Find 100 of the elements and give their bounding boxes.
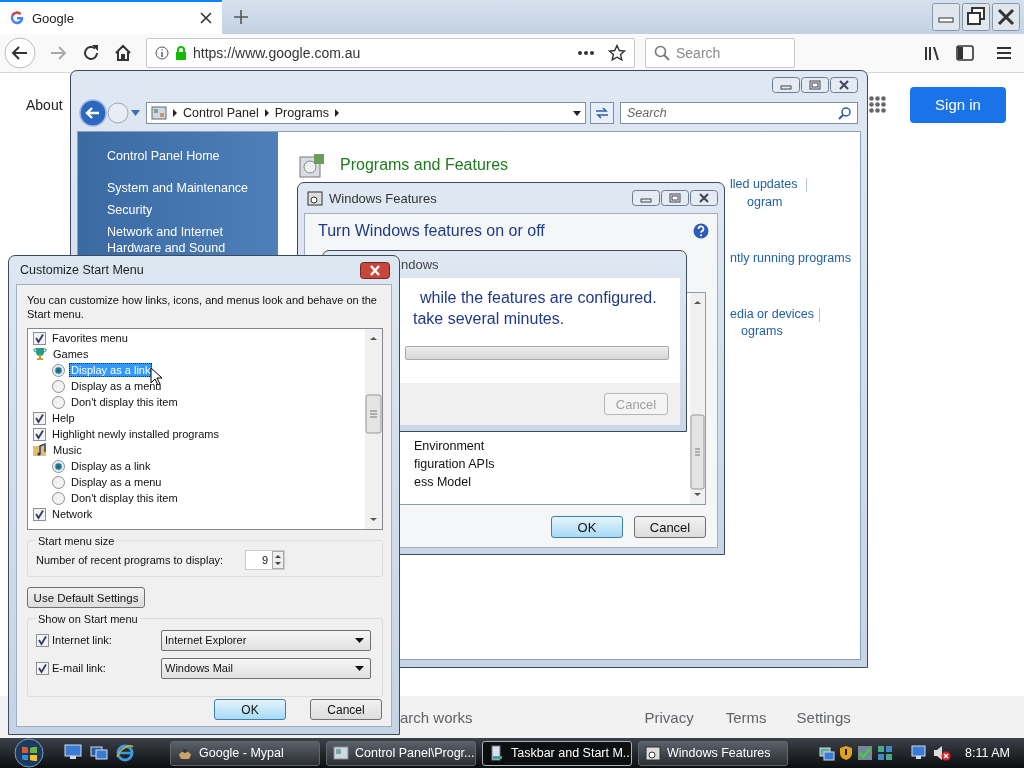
close-icon[interactable]	[200, 12, 212, 24]
feature-item[interactable]: ess Model	[414, 473, 690, 491]
lock-icon	[175, 46, 187, 60]
apps-icon[interactable]	[869, 96, 886, 113]
footer-link[interactable]: Privacy	[644, 708, 694, 726]
browser-e-icon[interactable]	[116, 744, 134, 762]
feature-item[interactable]: Environment	[414, 437, 690, 455]
task-link[interactable]: ogram	[747, 195, 783, 209]
cancel-button[interactable]: Cancel	[310, 699, 382, 720]
description: You can customize how links, icons, and menus look and behave on the Start menu.	[27, 293, 378, 321]
back-icon[interactable]	[79, 99, 107, 127]
taskbar-button[interactable]: Windows Features	[638, 740, 788, 766]
default-settings-button[interactable]: Use Default Settings	[27, 587, 145, 608]
sidebar-link[interactable]: Security	[107, 199, 278, 221]
radio-button[interactable]	[52, 459, 65, 473]
sign-in-button[interactable]: Sign in	[910, 86, 1006, 123]
muted-speaker-icon[interactable]	[933, 745, 952, 761]
home-icon[interactable]	[114, 44, 132, 62]
taskbar-button[interactable]: Control Panel\Progr...	[326, 740, 476, 766]
music-folder-icon	[33, 443, 47, 457]
footer-link[interactable]: Settings	[796, 708, 851, 726]
footer-link[interactable]: arch works	[400, 708, 473, 726]
scrollbar[interactable]	[690, 293, 705, 504]
close-icon[interactable]	[690, 190, 718, 206]
new-tab-icon[interactable]	[232, 8, 250, 26]
network-tray-icon[interactable]	[819, 745, 836, 761]
checkbox[interactable]	[36, 661, 49, 675]
help-icon[interactable]	[693, 223, 709, 239]
browser-tab[interactable]: Google	[0, 0, 222, 34]
feature-item[interactable]: figuration APIs	[414, 455, 690, 473]
task-link[interactable]: edia or devices	[730, 307, 815, 321]
windows-switch-icon[interactable]	[90, 744, 108, 760]
option-label[interactable]: Display as a menu	[69, 379, 164, 393]
breadcrumb-item[interactable]: Control Panel	[183, 106, 259, 120]
search-field[interactable]: Search	[645, 38, 795, 68]
programs-icon	[298, 153, 326, 179]
radio-button[interactable]	[52, 395, 65, 409]
sidebar-icon[interactable]	[956, 45, 974, 61]
option-label[interactable]: Don't display this item	[69, 395, 180, 409]
checkbox[interactable]	[33, 507, 46, 521]
radio-button[interactable]	[52, 475, 65, 489]
desktop-icon[interactable]	[64, 744, 82, 760]
refresh-icon[interactable]	[590, 102, 614, 124]
option-label[interactable]: Display as a menu	[69, 475, 164, 489]
minimize-icon[interactable]	[632, 190, 660, 206]
grid-tray-icon[interactable]	[877, 745, 894, 761]
sidebar-link[interactable]: Control Panel Home	[107, 145, 278, 167]
checkbox[interactable]	[36, 633, 49, 647]
cancel-button[interactable]: Cancel	[634, 516, 706, 538]
taskbar-button[interactable]: Google - Mypal	[170, 740, 320, 766]
dropdown-arrow-icon[interactable]	[573, 110, 581, 116]
sidebar-link[interactable]: System and Maintenance	[107, 177, 278, 199]
window-title: Windows Features	[329, 190, 437, 206]
radio-button[interactable]	[52, 491, 65, 505]
task-link[interactable]: ntly running programs	[730, 251, 851, 265]
breadcrumb-item[interactable]: Programs	[274, 106, 329, 120]
about-link[interactable]: About	[26, 96, 63, 113]
chevron-icon[interactable]	[334, 109, 339, 117]
address-bar[interactable]: https://www.google.com.au	[146, 38, 635, 68]
radio-button[interactable]	[52, 363, 65, 377]
chevron-icon[interactable]	[264, 109, 269, 117]
spin-arrows-icon[interactable]	[272, 551, 284, 569]
radio-button[interactable]	[52, 379, 65, 393]
task-link[interactable]: lled updates	[730, 177, 798, 191]
dropdown[interactable]: Internet Explorer	[161, 629, 371, 651]
scrollbar[interactable]	[365, 329, 382, 529]
dropdown[interactable]: Windows Mail	[161, 657, 371, 679]
star-icon[interactable]	[608, 44, 626, 62]
close-icon[interactable]	[992, 3, 1020, 31]
library-icon[interactable]	[924, 45, 940, 61]
option-label: Favorites menu	[51, 331, 129, 345]
option-label[interactable]: Don't display this item	[69, 491, 180, 505]
check-icon[interactable]	[857, 745, 874, 761]
close-icon[interactable]	[830, 77, 858, 93]
checkbox[interactable]	[33, 331, 46, 345]
menu-icon[interactable]	[996, 46, 1012, 60]
ok-button[interactable]: OK	[214, 699, 286, 720]
option-label: Games	[52, 347, 90, 361]
checkbox[interactable]	[33, 427, 46, 441]
close-icon[interactable]	[360, 261, 390, 279]
progress-message: while the features are configured.	[420, 288, 657, 308]
section-heading[interactable]: Programs and Features	[340, 156, 509, 174]
option-label[interactable]: Display as a link	[69, 459, 153, 473]
clock: 8:11 AM	[965, 746, 1010, 760]
footer-link[interactable]: Terms	[725, 708, 767, 726]
minimize-icon[interactable]	[772, 77, 800, 93]
checkbox[interactable]	[33, 411, 46, 425]
shield-icon[interactable]	[839, 745, 854, 761]
window-title: Customize Start Menu	[20, 263, 145, 277]
option-label: Help	[51, 411, 76, 425]
task-link[interactable]: ograms	[741, 324, 783, 338]
more-icon[interactable]	[578, 51, 594, 55]
reload-icon[interactable]	[82, 44, 100, 62]
number-spinner[interactable]: 9	[245, 550, 285, 570]
search-field[interactable]: Search	[620, 102, 858, 124]
restore-icon[interactable]	[962, 3, 990, 31]
address-bar[interactable]: Control Panel Programs	[146, 102, 586, 124]
ok-button[interactable]: OK	[551, 516, 623, 538]
taskbar-button[interactable]: Taskbar and Start M...	[482, 740, 632, 766]
back-icon[interactable]	[4, 37, 36, 69]
